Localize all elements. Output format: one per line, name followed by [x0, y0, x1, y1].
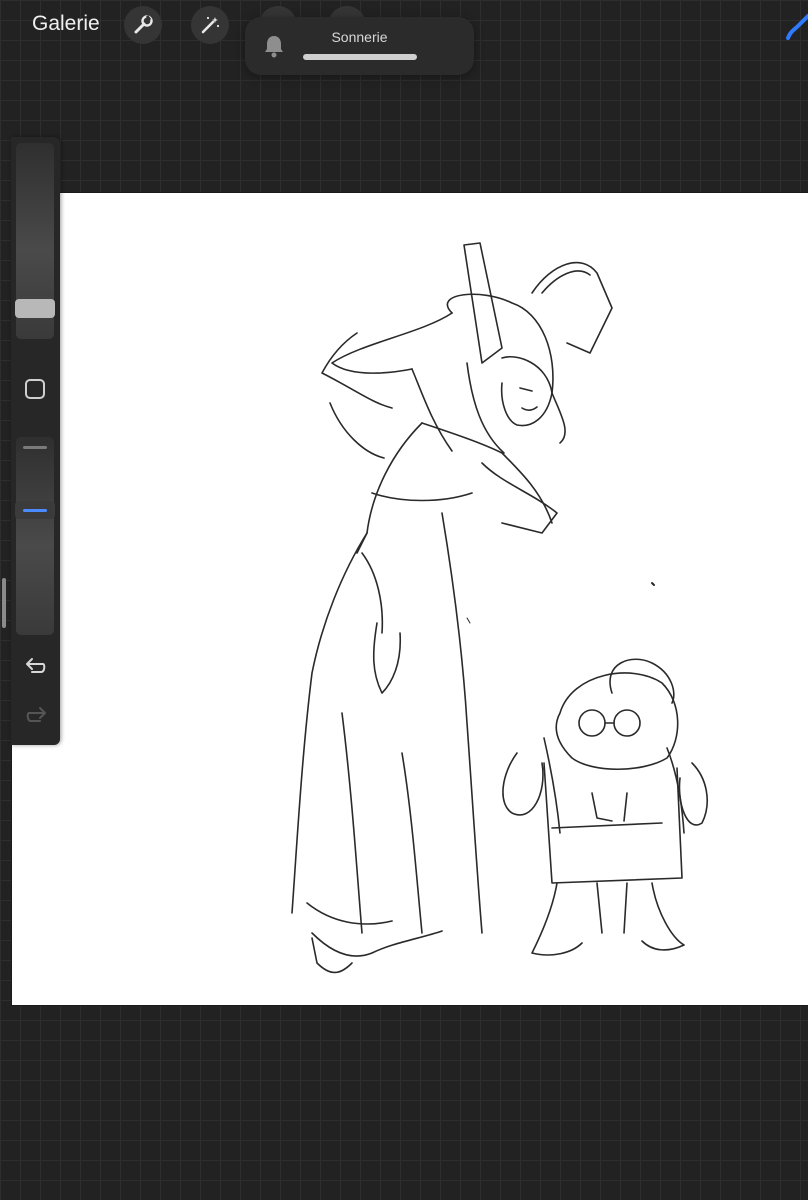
redo-button[interactable]: [24, 705, 48, 725]
volume-level-bar: [303, 54, 417, 60]
sketch-drawing: [291, 242, 708, 974]
brush-sidebar: [11, 137, 60, 745]
actions-button[interactable]: [124, 6, 162, 44]
wrench-icon: [134, 15, 153, 34]
redo-icon: [26, 707, 46, 722]
ringer-notification: Sonnerie: [245, 17, 474, 75]
bell-icon: [265, 36, 283, 58]
brush-icon: [786, 14, 808, 40]
undo-button[interactable]: [24, 656, 48, 676]
notification-label: Sonnerie: [331, 29, 388, 45]
modify-button[interactable]: [25, 379, 45, 399]
undo-icon: [26, 658, 46, 673]
opacity-tick: [23, 446, 47, 449]
drawing-canvas[interactable]: [12, 193, 808, 1005]
sidebar-drag-handle[interactable]: [2, 578, 6, 628]
magic-wand-icon: [201, 16, 220, 34]
opacity-slider[interactable]: [16, 437, 54, 635]
gallery-button[interactable]: Galerie: [32, 12, 100, 36]
adjustments-button[interactable]: [191, 6, 229, 44]
opacity-handle[interactable]: [15, 501, 55, 519]
brush-button[interactable]: [780, 12, 808, 40]
brush-size-handle[interactable]: [15, 299, 55, 318]
